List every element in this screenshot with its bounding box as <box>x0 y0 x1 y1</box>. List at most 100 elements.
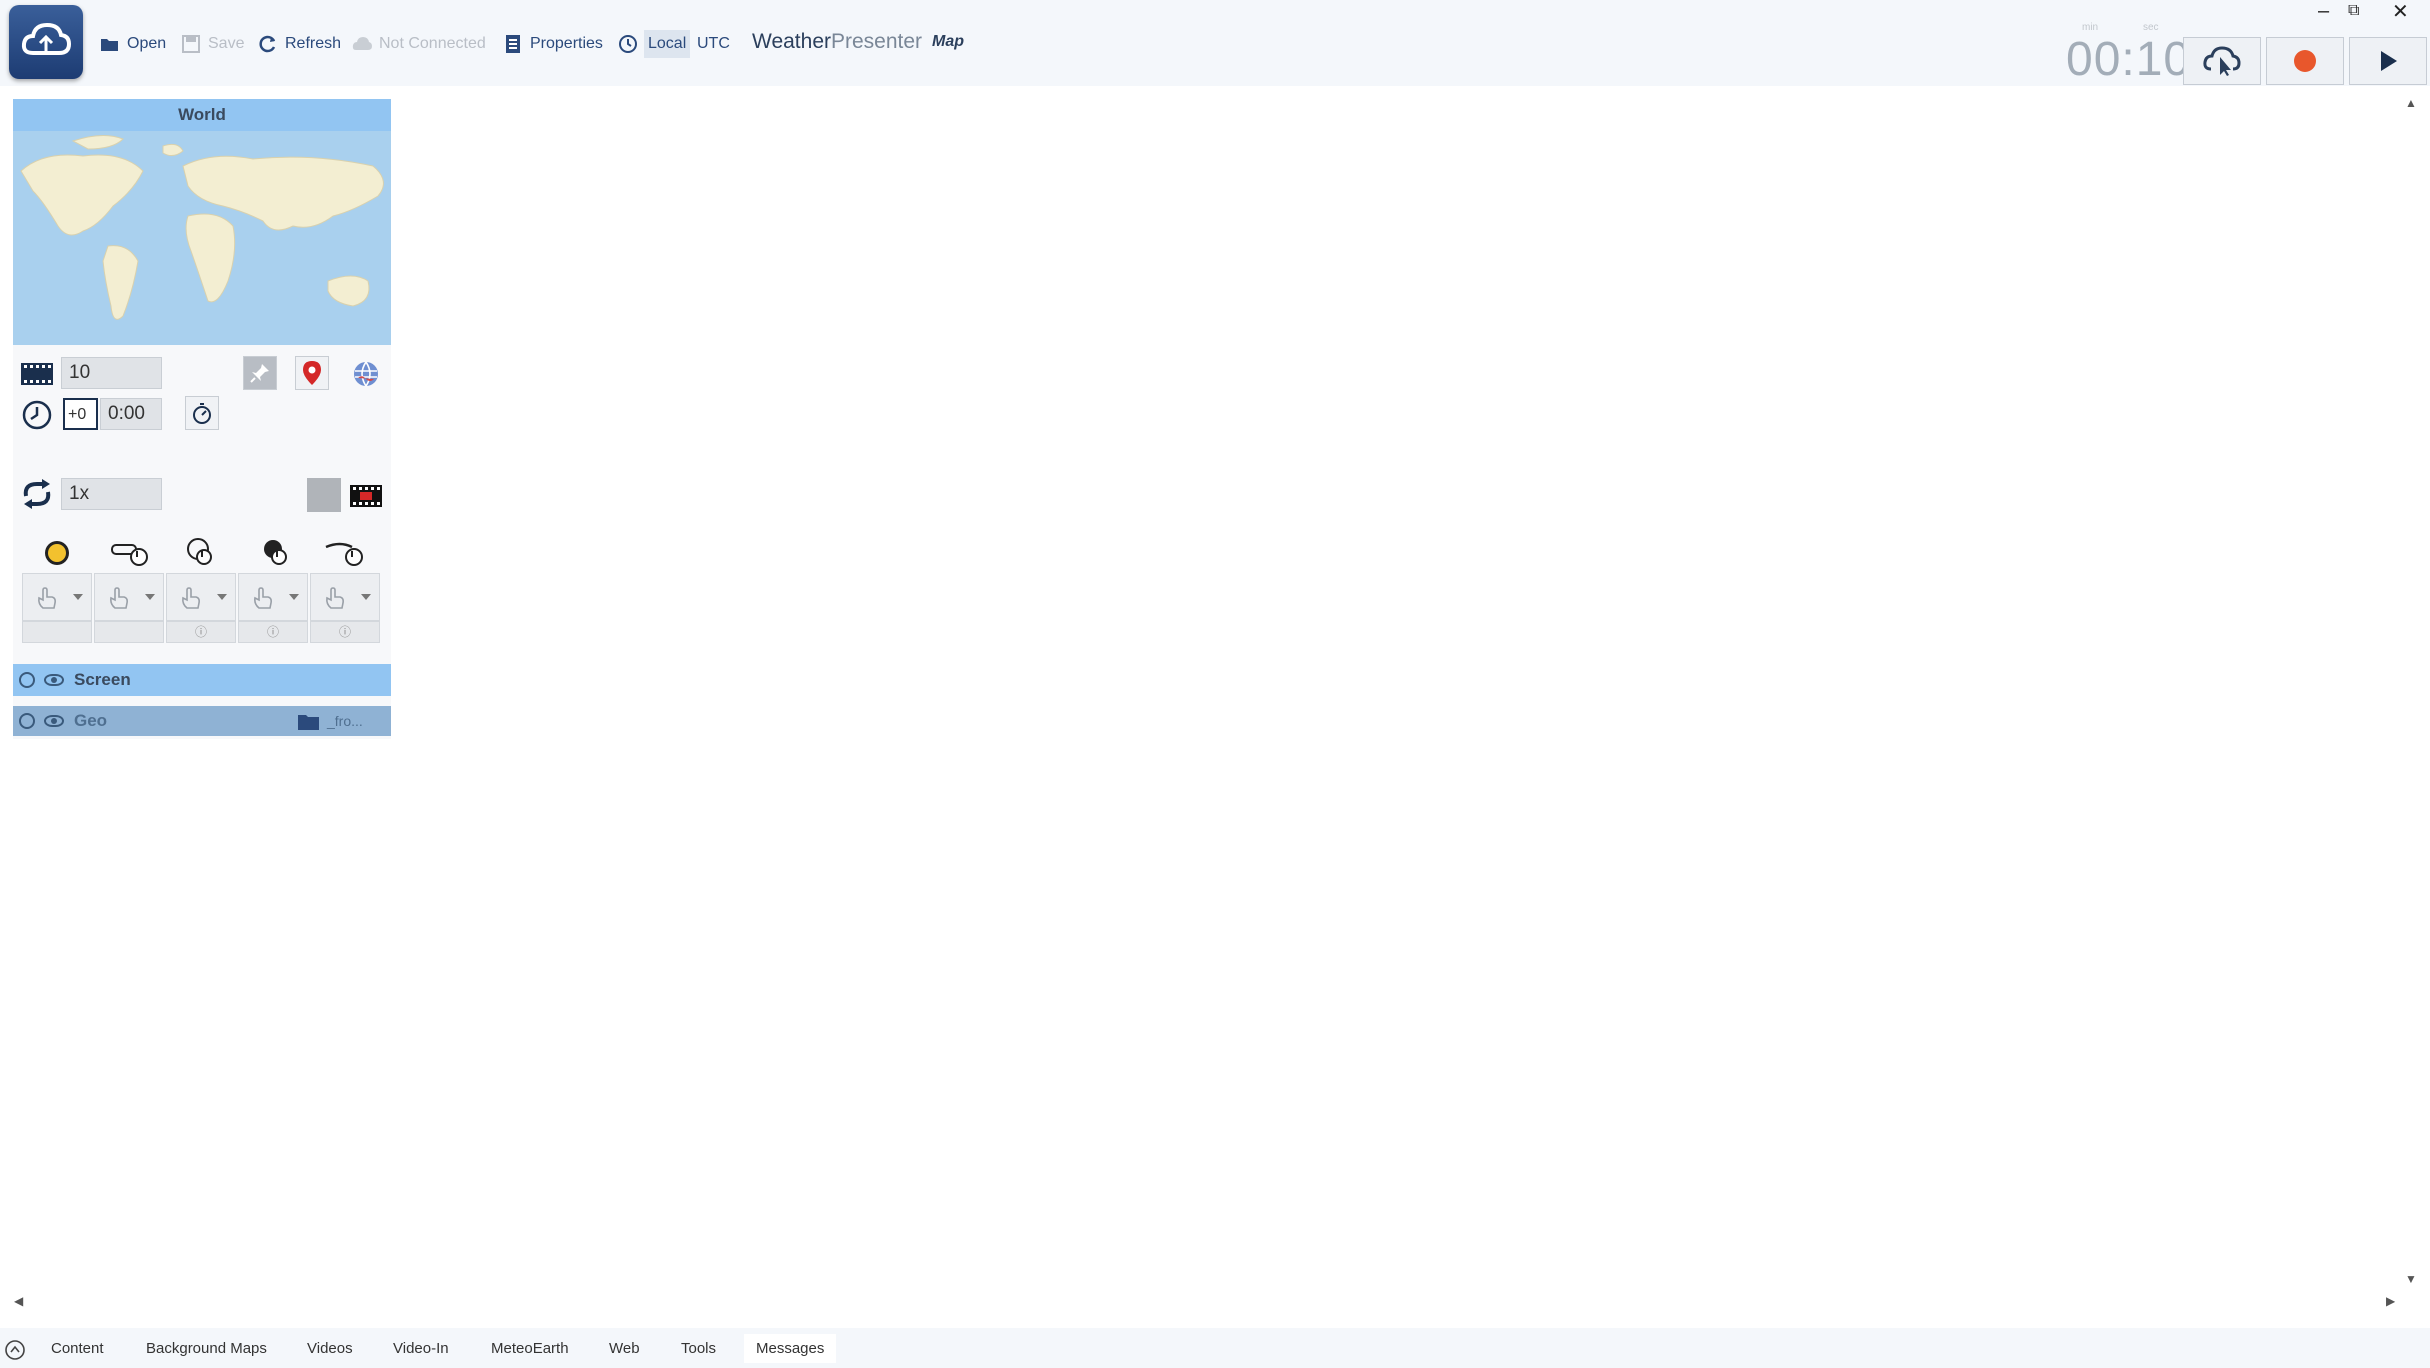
clock-icon-wrap <box>618 30 645 58</box>
stopwatch-button[interactable] <box>185 396 219 430</box>
chevron-down-icon <box>217 594 227 600</box>
collapse-icon[interactable] <box>19 713 35 729</box>
connection-status: Not Connected <box>352 30 486 58</box>
scroll-right-icon[interactable]: ▶ <box>2386 1294 2395 1308</box>
save-button[interactable]: Save <box>181 30 244 58</box>
film-frames-icon <box>21 363 53 385</box>
local-time-toggle[interactable]: Local <box>644 30 691 58</box>
day-offset-field[interactable]: +0 <box>63 398 98 430</box>
folder-open-icon <box>101 39 118 51</box>
layer-screen[interactable]: Screen <box>13 664 391 696</box>
refresh-button[interactable]: Refresh <box>258 30 341 58</box>
open-button[interactable]: Open <box>100 30 166 58</box>
app-logo-button[interactable] <box>9 5 83 79</box>
clock-icon <box>619 35 637 53</box>
drag-gesture-icon[interactable] <box>324 539 364 567</box>
play-button[interactable] <box>2349 37 2427 85</box>
clock-offset-icon <box>22 400 52 430</box>
countdown-timer: 00:10 <box>2066 33 2192 86</box>
location-button[interactable] <box>295 356 329 390</box>
loop-icon <box>23 479 51 509</box>
chevron-down-icon <box>289 594 299 600</box>
swipe-gesture-icon[interactable] <box>111 539 149 567</box>
folder-icon[interactable] <box>297 713 321 731</box>
press-gesture-icon[interactable] <box>261 537 291 567</box>
circle-gesture-icon[interactable] <box>186 537 216 567</box>
app-title: WeatherPresenter <box>752 30 922 54</box>
gesture-info-2 <box>94 621 164 643</box>
gesture-info-5[interactable]: ⓘ <box>310 621 380 643</box>
layer-screen-label: Screen <box>74 670 131 689</box>
gesture-action-dropdown-3[interactable] <box>166 573 236 621</box>
tab-web[interactable]: Web <box>609 1340 640 1357</box>
properties-icon <box>506 35 520 53</box>
properties-button[interactable]: Properties <box>503 30 603 58</box>
open-label: Open <box>127 35 167 52</box>
chevron-down-icon <box>361 594 371 600</box>
refresh-label: Refresh <box>285 35 342 52</box>
gesture-action-dropdown-2[interactable] <box>94 573 164 621</box>
scroll-down-icon[interactable]: ▼ <box>2405 1272 2417 1286</box>
expand-up-icon[interactable] <box>4 1339 26 1361</box>
tab-videos[interactable]: Videos <box>307 1340 353 1357</box>
time-input[interactable]: 0:00 <box>100 398 162 430</box>
tab-tools[interactable]: Tools <box>681 1340 716 1357</box>
gesture-action-dropdown-1[interactable] <box>22 573 92 621</box>
tab-background-maps[interactable]: Background Maps <box>146 1340 267 1357</box>
film-record-icon[interactable] <box>349 482 383 510</box>
color-swatch[interactable] <box>307 478 341 512</box>
gesture-info-3[interactable]: ⓘ <box>166 621 236 643</box>
brand-light: Presenter <box>831 30 923 53</box>
refresh-icon <box>259 35 276 53</box>
collapse-icon[interactable] <box>19 672 35 688</box>
geo-folder-name: _fro... <box>327 713 363 729</box>
stopwatch-icon <box>193 403 211 424</box>
gesture-action-dropdown-5[interactable] <box>310 573 380 621</box>
restore-icon[interactable]: ⧉ <box>2348 2 2359 20</box>
hand-icon <box>326 587 344 609</box>
cloud-disconnected-icon <box>352 37 372 50</box>
globe-icon[interactable] <box>352 360 380 388</box>
layer-geo[interactable]: Geo _fro... <box>13 706 391 736</box>
tab-content[interactable]: Content <box>51 1340 104 1357</box>
brand-bold: Weather <box>752 30 831 53</box>
chevron-down-icon <box>73 594 83 600</box>
tab-video-in[interactable]: Video-In <box>393 1340 449 1357</box>
pin-button[interactable] <box>243 356 277 390</box>
save-label: Save <box>208 35 245 52</box>
tab-messages[interactable]: Messages <box>744 1334 837 1363</box>
gesture-action-dropdown-4[interactable] <box>238 573 308 621</box>
cloud-upload-button[interactable] <box>2183 37 2261 85</box>
map-mode-label[interactable]: Map <box>932 33 964 51</box>
utc-time-toggle[interactable]: UTC <box>697 30 730 58</box>
point-gesture-icon[interactable] <box>43 539 71 567</box>
pin-icon <box>250 364 269 383</box>
world-map-image <box>20 135 384 320</box>
gesture-info-4[interactable]: ⓘ <box>238 621 308 643</box>
hand-icon <box>254 587 272 609</box>
panel-title: World <box>13 99 391 131</box>
world-map-thumbnail[interactable] <box>13 131 391 345</box>
close-icon[interactable]: ✕ <box>2392 0 2409 24</box>
chevron-down-icon <box>145 594 155 600</box>
scroll-left-icon[interactable]: ◀ <box>14 1294 23 1308</box>
cloud-icon <box>21 22 71 55</box>
not-connected-label: Not Connected <box>379 35 486 52</box>
eye-icon[interactable] <box>44 674 64 686</box>
local-label: Local <box>648 35 687 52</box>
eye-icon[interactable] <box>44 715 64 727</box>
frames-input[interactable]: 10 <box>61 357 162 389</box>
minimize-icon[interactable]: – <box>2318 0 2329 23</box>
hand-icon <box>182 587 200 609</box>
record-button[interactable] <box>2266 37 2344 85</box>
gesture-info-1 <box>22 621 92 643</box>
play-icon <box>2381 51 2397 71</box>
tab-meteoearth[interactable]: MeteoEarth <box>491 1340 569 1357</box>
speed-input[interactable]: 1x <box>61 478 162 510</box>
hand-icon <box>110 587 128 609</box>
bottom-tab-bar <box>0 1328 2430 1368</box>
scroll-up-icon[interactable]: ▲ <box>2405 96 2417 110</box>
layer-geo-label: Geo <box>74 711 108 730</box>
location-marker-icon <box>303 361 321 385</box>
save-icon <box>182 35 200 53</box>
